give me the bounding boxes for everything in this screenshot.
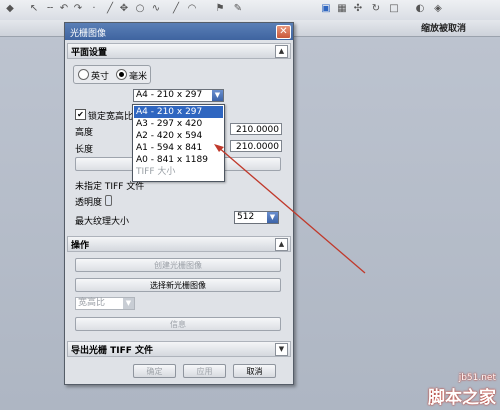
- watermark-site: jb51.net: [458, 373, 496, 383]
- watermark-brand: 脚本之家: [428, 388, 496, 408]
- site-watermark: jb51.net 脚本之家: [428, 373, 496, 408]
- annotation-arrow-icon: [214, 144, 366, 274]
